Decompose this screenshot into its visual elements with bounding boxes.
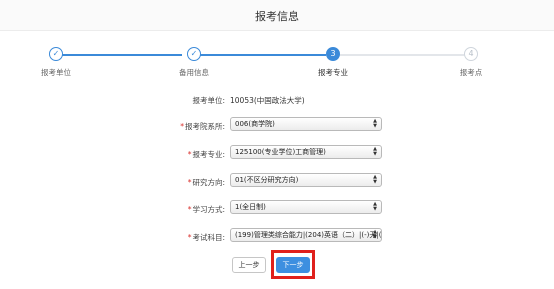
progress-steps: ✓ ✓ 3 4 报考单位 备用信息 报考专业 报考点 bbox=[0, 46, 554, 86]
required-mark: * bbox=[187, 150, 192, 159]
study-mode-select[interactable]: 1(全日制) ▲ ▼ bbox=[230, 200, 382, 214]
department-label-text: 报考院系所: bbox=[184, 122, 225, 131]
select-arrows-icon: ▲ ▼ bbox=[373, 174, 377, 185]
direction-label-text: 研究方向: bbox=[192, 178, 225, 187]
form-row-study-mode: *学习方式: 1(全日制) ▲ ▼ bbox=[0, 200, 554, 218]
step-3-number: 3 bbox=[326, 47, 340, 61]
step-4-number: 4 bbox=[464, 47, 478, 61]
select-arrows-icon: ▲ ▼ bbox=[373, 229, 377, 240]
study-mode-label-text: 学习方式: bbox=[192, 205, 225, 214]
page-title: 报考信息 bbox=[255, 10, 299, 23]
major-label: *报考专业: bbox=[188, 149, 225, 160]
study-mode-label: *学习方式: bbox=[188, 204, 225, 215]
unit-label: 报考单位: bbox=[192, 96, 225, 105]
form-row-direction: *研究方向: 01(不区分研究方向) ▲ ▼ bbox=[0, 173, 554, 191]
direction-label: *研究方向: bbox=[188, 177, 225, 188]
required-mark: * bbox=[187, 178, 192, 187]
step-connector-3 bbox=[340, 54, 464, 56]
department-label: *报考院系所: bbox=[180, 121, 225, 132]
direction-select-value: 01(不区分研究方向) bbox=[235, 176, 299, 184]
form-row-major: *报考专业: 125100(专业学位)工商管理) ▲ ▼ bbox=[0, 145, 554, 163]
major-select[interactable]: 125100(专业学位)工商管理) ▲ ▼ bbox=[230, 145, 382, 159]
required-mark: * bbox=[187, 233, 192, 242]
step-3-label: 报考专业 bbox=[318, 68, 348, 77]
subjects-select[interactable]: (199)管理类综合能力|(204)英语（二）|(-)无|(- ▲ ▼ bbox=[230, 228, 382, 242]
step-2-check-icon: ✓ bbox=[187, 47, 201, 61]
page-header: 报考信息 bbox=[0, 0, 554, 31]
unit-value: 10053(中国政法大学) bbox=[230, 96, 305, 105]
subjects-select-value: (199)管理类综合能力|(204)英语（二）|(-)无|(- bbox=[235, 231, 382, 239]
direction-select[interactable]: 01(不区分研究方向) ▲ ▼ bbox=[230, 173, 382, 187]
step-4-label: 报考点 bbox=[459, 68, 483, 77]
study-mode-select-value: 1(全日制) bbox=[235, 203, 266, 211]
step-connector-2 bbox=[194, 54, 326, 56]
department-select-value: 006(商学院) bbox=[235, 120, 275, 128]
prev-step-button[interactable]: 上一步 bbox=[232, 257, 266, 273]
required-mark: * bbox=[180, 122, 184, 131]
form-row-department: *报考院系所: 006(商学院) ▲ ▼ bbox=[0, 117, 554, 135]
next-button-highlight-box bbox=[271, 250, 315, 279]
select-arrows-icon: ▲ ▼ bbox=[373, 201, 377, 212]
subjects-label: *考试科目: bbox=[188, 232, 225, 243]
required-mark: * bbox=[187, 205, 192, 214]
major-label-text: 报考专业: bbox=[192, 150, 225, 159]
select-arrows-icon: ▲ ▼ bbox=[373, 118, 377, 129]
step-1-check-icon: ✓ bbox=[49, 47, 63, 61]
subjects-label-text: 考试科目: bbox=[192, 233, 225, 242]
step-1-label: 报考单位 bbox=[41, 68, 71, 77]
step-connector-1 bbox=[56, 54, 182, 56]
select-arrows-icon: ▲ ▼ bbox=[373, 146, 377, 157]
major-select-value: 125100(专业学位)工商管理) bbox=[235, 148, 326, 156]
step-2-label: 备用信息 bbox=[179, 68, 209, 77]
form-row-unit: 报考单位: 10053(中国政法大学) bbox=[0, 91, 554, 109]
department-select[interactable]: 006(商学院) ▲ ▼ bbox=[230, 117, 382, 131]
form-row-subjects: *考试科目: (199)管理类综合能力|(204)英语（二）|(-)无|(- ▲… bbox=[0, 228, 554, 246]
